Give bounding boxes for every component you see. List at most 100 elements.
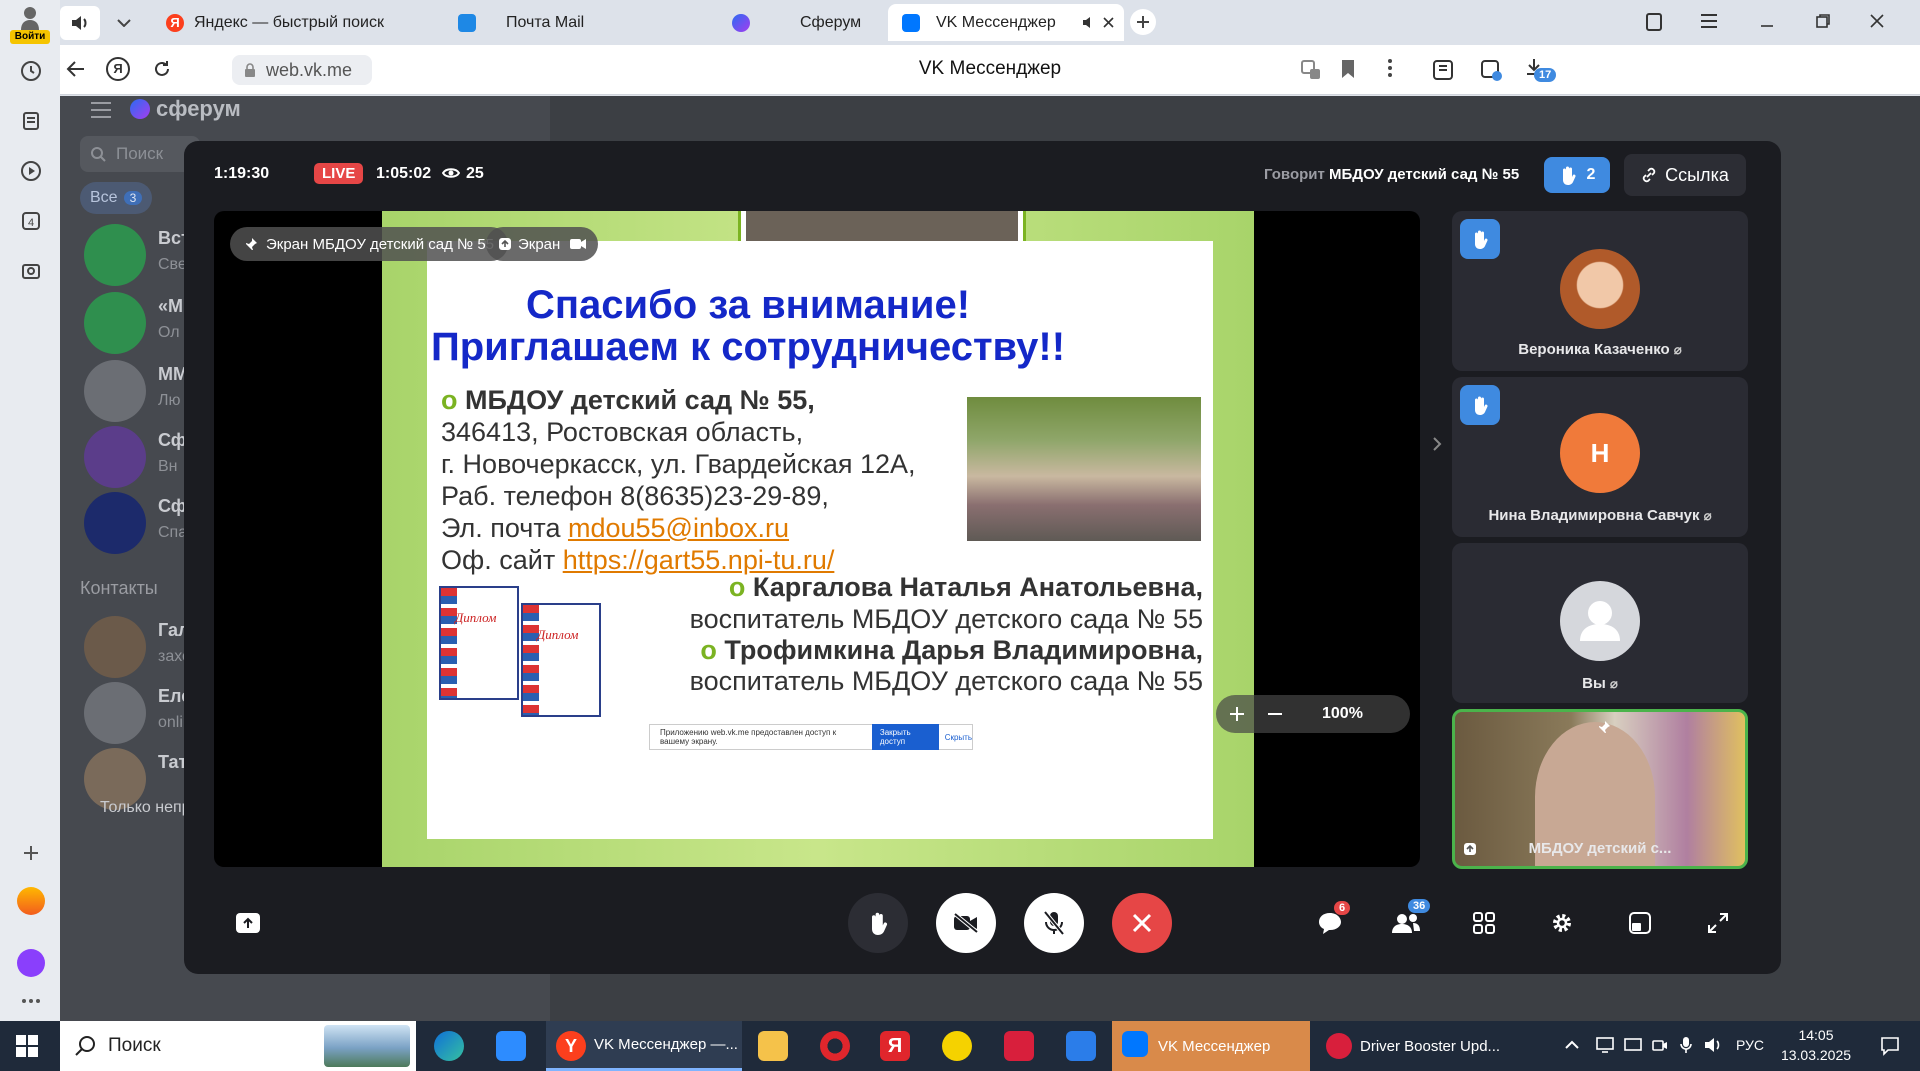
yandex-app-icon[interactable]: Я <box>880 1031 910 1061</box>
settings-button[interactable] <box>1542 903 1582 943</box>
camera-off-button[interactable] <box>936 893 996 953</box>
extensions-icon[interactable] <box>1432 59 1454 81</box>
opera-icon[interactable] <box>820 1031 850 1061</box>
windows-start-button[interactable] <box>16 1035 38 1057</box>
contact-avatar[interactable] <box>84 682 146 744</box>
notification-center-icon[interactable] <box>1880 1036 1900 1056</box>
stop-sharing-button[interactable]: Закрыть доступ <box>871 724 939 750</box>
site-label: Оф. сайт <box>441 545 556 575</box>
play-icon[interactable] <box>14 154 48 188</box>
screenshot-icon[interactable] <box>14 254 48 288</box>
tab-mail[interactable]: Почта Mail <box>446 4 716 41</box>
link-label: Ссылка <box>1665 164 1729 185</box>
bookmarks-panel-icon[interactable] <box>1645 12 1663 32</box>
taskbar-search[interactable]: Поиск <box>60 1021 416 1071</box>
screen-recorder-icon[interactable] <box>1004 1031 1034 1061</box>
zoom-app-icon[interactable] <box>496 1031 526 1061</box>
chat-avatar[interactable] <box>84 492 146 554</box>
slide-person-2: o Трофимкина Дарья Владимировна, <box>700 635 1203 665</box>
close-window-button[interactable] <box>1870 14 1884 28</box>
alice-icon[interactable] <box>14 946 48 980</box>
email-link[interactable]: mdou55@inbox.ru <box>568 513 789 543</box>
taskbar-item-vk-messenger[interactable]: VK Мессенджер <box>1112 1021 1310 1071</box>
extension-badge-icon[interactable] <box>1480 59 1502 81</box>
restore-button[interactable] <box>1816 14 1830 28</box>
security-shield-icon[interactable] <box>1066 1031 1096 1061</box>
chat-avatar[interactable] <box>84 426 146 488</box>
tab-label: Почта Mail <box>506 13 585 31</box>
profile-button[interactable]: Войти <box>10 4 50 44</box>
sound-button[interactable] <box>60 6 100 40</box>
display-icon[interactable] <box>1624 1037 1642 1053</box>
tab-count-icon[interactable]: 4 <box>14 204 48 238</box>
history-icon[interactable] <box>14 54 48 88</box>
tabs-dropdown-button[interactable] <box>104 6 144 40</box>
file-explorer-icon[interactable] <box>758 1031 788 1061</box>
taskbar-item-vk-messenger-yandex[interactable]: Y VK Мессенджер —... <box>546 1021 742 1071</box>
more-icon[interactable] <box>14 984 48 1018</box>
page-title: VK Мессенджер <box>918 58 1062 79</box>
mail-app-icon[interactable] <box>14 884 48 918</box>
yandex-market-icon[interactable] <box>942 1031 972 1061</box>
edge-icon[interactable] <box>434 1031 464 1061</box>
bookmark-icon[interactable] <box>1340 59 1356 79</box>
user-icon <box>21 6 39 30</box>
hide-notice-button[interactable]: Скрыть <box>945 733 972 742</box>
translate-icon[interactable] <box>1300 59 1322 81</box>
raise-hand-button[interactable] <box>848 893 908 953</box>
collections-icon[interactable] <box>14 104 48 138</box>
pin-icon[interactable] <box>1597 720 1611 734</box>
volume-tray-icon[interactable] <box>1704 1037 1722 1053</box>
layout-grid-button[interactable] <box>1464 903 1504 943</box>
participant-tile[interactable]: Н Нина Владимировна Савчук ⌀ <box>1452 377 1748 537</box>
site-link[interactable]: https://gart55.npi-tu.ru/ <box>563 545 835 575</box>
close-icon[interactable] <box>1103 17 1114 28</box>
members-badge: 36 <box>1408 899 1431 913</box>
participants-button[interactable]: 36 <box>1386 899 1431 943</box>
participant-tile-active-speaker[interactable]: МБДОУ детский с... <box>1452 709 1748 869</box>
collapse-participants-icon[interactable] <box>1432 437 1442 451</box>
share-screen-button[interactable] <box>228 903 268 943</box>
hamburger-icon[interactable] <box>90 102 112 118</box>
chat-button[interactable]: 6 <box>1310 901 1351 943</box>
raised-hands-button[interactable]: 2 <box>1544 157 1610 193</box>
filter-all-chip[interactable]: Все 3 <box>80 182 153 214</box>
link-icon <box>1642 167 1656 183</box>
zoom-level: 100% <box>1322 705 1363 722</box>
add-icon[interactable] <box>14 836 48 870</box>
tab-vk-messenger[interactable]: VK Мессенджер <box>888 4 1124 41</box>
slide-title-1: Спасибо за внимание! <box>525 283 971 327</box>
participant-tile[interactable]: Вероника Казаченко ⌀ <box>1452 211 1748 371</box>
taskbar-item-driver-booster[interactable]: Driver Booster Upd... <box>1320 1021 1506 1071</box>
clock[interactable]: 14:05 13.03.2025 <box>1776 1025 1856 1065</box>
minimize-button[interactable] <box>1760 14 1774 28</box>
tab-yandex[interactable]: Я Яндекс — быстрый поиск <box>154 4 442 41</box>
chat-avatar[interactable] <box>84 360 146 422</box>
participant-tile[interactable]: Вы ⌀ <box>1452 543 1748 703</box>
link-button[interactable]: Ссылка <box>1624 154 1746 196</box>
contact-avatar[interactable] <box>84 616 146 678</box>
downloads-icon[interactable]: 17 <box>1524 57 1557 85</box>
search-input[interactable]: Поиск <box>80 136 200 172</box>
zoom-out-button[interactable] <box>1266 705 1284 723</box>
chat-avatar[interactable] <box>84 292 146 354</box>
network-icon[interactable] <box>1596 1037 1614 1053</box>
chevron-down-icon <box>117 19 131 27</box>
mic-off-button[interactable] <box>1024 893 1084 953</box>
screen-share-stage[interactable]: Спасибо за внимание! Приглашаем к сотруд… <box>214 211 1420 867</box>
new-tab-button[interactable] <box>1130 9 1156 35</box>
zoom-in-button[interactable] <box>1228 705 1246 723</box>
language-indicator[interactable]: РУС <box>1736 1037 1764 1053</box>
screen-share-chip[interactable]: Экран МБДОУ детский сад № 55 <box>230 227 509 261</box>
fullscreen-button[interactable] <box>1698 903 1738 943</box>
chat-avatar[interactable] <box>84 224 146 286</box>
screen-share-chip-2[interactable]: Экран <box>486 227 599 261</box>
tray-chevron-up-icon[interactable] <box>1565 1040 1579 1050</box>
microphone-tray-icon[interactable] <box>1680 1036 1692 1054</box>
more-actions-icon[interactable] <box>1388 59 1392 77</box>
picture-in-picture-button[interactable] <box>1620 903 1660 943</box>
end-call-button[interactable] <box>1112 893 1172 953</box>
windows-taskbar: Поиск Y VK Мессенджер —... Я VK Мессендж… <box>0 1021 1920 1071</box>
menu-icon[interactable] <box>1700 14 1718 28</box>
camera-tray-icon[interactable] <box>1652 1038 1668 1052</box>
